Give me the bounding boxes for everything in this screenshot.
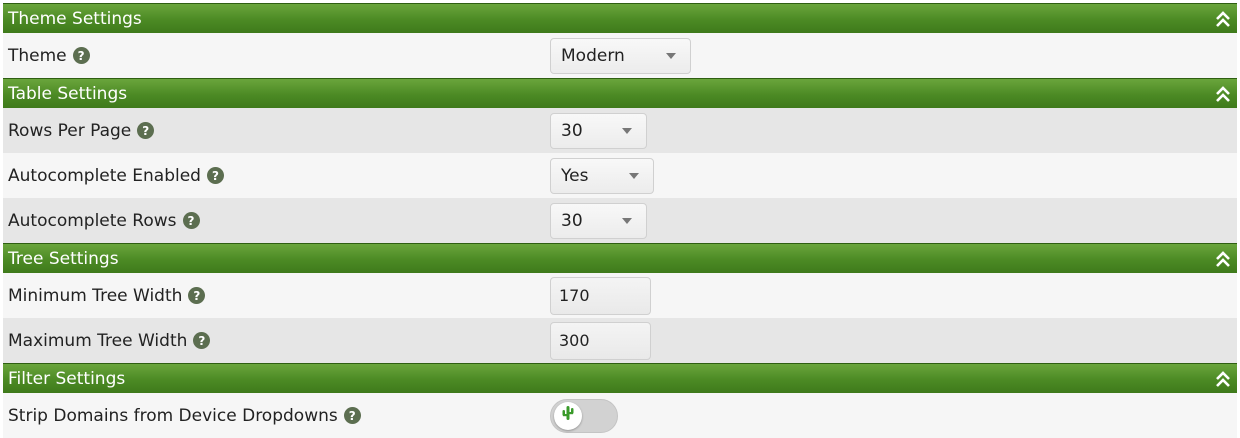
setting-label: Rows Per Page — [8, 120, 132, 141]
setting-label: Autocomplete Rows — [8, 210, 177, 231]
question-circle-icon[interactable]: ? — [188, 287, 206, 304]
section-header-tree[interactable]: Tree Settings — [3, 243, 1237, 273]
double-chevron-up-icon[interactable] — [1215, 10, 1231, 28]
select-value: 30 — [561, 120, 583, 141]
double-chevron-up-icon[interactable] — [1215, 85, 1231, 103]
setting-row-theme: Theme ? Modern — [3, 33, 1237, 78]
max-tree-width-input[interactable]: 300 — [550, 321, 651, 360]
question-circle-icon[interactable]: ? — [72, 47, 90, 64]
question-circle-icon[interactable]: ? — [343, 407, 361, 424]
select-value: 30 — [561, 210, 583, 231]
caret-down-icon — [622, 217, 632, 224]
double-chevron-up-icon[interactable] — [1215, 370, 1231, 388]
rows-per-page-select[interactable]: 30 — [550, 112, 647, 149]
setting-row-max-tree-width: Maximum Tree Width ? 300 — [3, 318, 1237, 363]
double-chevron-up-icon[interactable] — [1215, 250, 1231, 268]
question-circle-icon[interactable]: ? — [137, 122, 155, 139]
section-header-theme[interactable]: Theme Settings — [3, 3, 1237, 33]
autocomplete-rows-select[interactable]: 30 — [550, 202, 647, 239]
settings-panel: Theme Settings Theme ? Modern Table Sett… — [3, 3, 1237, 438]
setting-row-autocomplete-enabled: Autocomplete Enabled ? Yes — [3, 153, 1237, 198]
section-title: Table Settings — [8, 83, 128, 104]
select-value: Modern — [561, 45, 625, 66]
autocomplete-enabled-select[interactable]: Yes — [550, 157, 654, 194]
setting-row-autocomplete-rows: Autocomplete Rows ? 30 — [3, 198, 1237, 243]
cactus-icon — [561, 404, 575, 427]
setting-label: Maximum Tree Width — [8, 330, 188, 351]
section-title: Filter Settings — [8, 368, 126, 389]
question-circle-icon[interactable]: ? — [206, 167, 224, 184]
caret-down-icon — [622, 127, 632, 134]
setting-label: Autocomplete Enabled — [8, 165, 201, 186]
caret-down-icon — [666, 52, 676, 59]
select-value: Yes — [561, 165, 589, 186]
setting-label: Theme — [8, 45, 67, 66]
setting-row-min-tree-width: Minimum Tree Width ? 170 — [3, 273, 1237, 318]
section-header-filter[interactable]: Filter Settings — [3, 363, 1237, 393]
setting-label: Strip Domains from Device Dropdowns — [8, 405, 338, 426]
setting-row-rows-per-page: Rows Per Page ? 30 — [3, 108, 1237, 153]
section-header-table[interactable]: Table Settings — [3, 78, 1237, 108]
min-tree-width-input[interactable]: 170 — [550, 276, 651, 315]
setting-label: Minimum Tree Width — [8, 285, 183, 306]
section-title: Tree Settings — [8, 248, 119, 269]
theme-select[interactable]: Modern — [550, 37, 691, 74]
question-circle-icon[interactable]: ? — [193, 332, 211, 349]
question-circle-icon[interactable]: ? — [182, 212, 200, 229]
section-title: Theme Settings — [8, 8, 142, 29]
strip-domains-toggle[interactable] — [550, 398, 618, 433]
setting-row-strip-domains: Strip Domains from Device Dropdowns ? — [3, 393, 1237, 438]
caret-down-icon — [629, 172, 639, 179]
toggle-knob — [554, 401, 582, 430]
